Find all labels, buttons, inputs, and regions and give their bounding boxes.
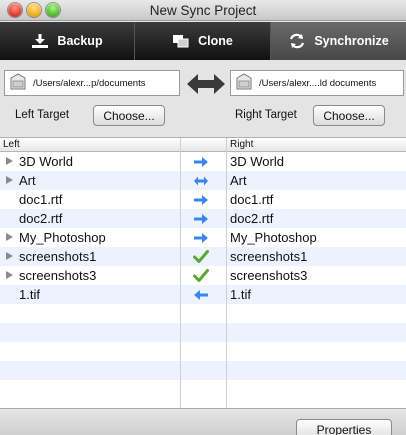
left-item-name: Art xyxy=(19,173,36,188)
right-item-name: screenshots3 xyxy=(230,268,308,283)
column-divider xyxy=(180,138,181,408)
empty-table-row xyxy=(0,323,406,342)
table-row[interactable]: 1.tif 1.tif xyxy=(0,285,406,304)
table-row[interactable]: 3D World 3D World xyxy=(0,152,406,171)
disclosure-triangle-icon[interactable] xyxy=(6,176,13,184)
left-choose-button[interactable]: Choose... xyxy=(93,105,165,126)
table-row[interactable]: screenshots3 screenshots3 xyxy=(0,266,406,285)
drive-icon xyxy=(235,72,253,95)
right-path-field[interactable]: /Users/alexr....ld documents xyxy=(230,70,404,96)
right-column-header[interactable]: Right xyxy=(230,139,253,150)
right-item-name: 3D World xyxy=(230,154,284,169)
left-item-name: doc2.rtf xyxy=(19,211,63,226)
disclosure-triangle-icon[interactable] xyxy=(6,233,13,241)
left-path-text: /Users/alexr...p/documents xyxy=(33,77,146,89)
table-row[interactable]: Art Art xyxy=(0,171,406,190)
properties-button[interactable]: Properties xyxy=(296,419,392,435)
right-target-label: Right Target xyxy=(235,109,297,121)
path-selection-area: /Users/alexr...p/documents /Users/alexr.… xyxy=(0,60,406,138)
right-item-name: doc1.rtf xyxy=(230,192,274,207)
right-choose-button[interactable]: Choose... xyxy=(313,105,385,126)
mode-toolbar: Backup Clone Synchronize xyxy=(0,22,406,60)
left-item-name: 1.tif xyxy=(19,287,40,302)
left-target-label: Left Target xyxy=(15,109,70,121)
right-item-name: doc2.rtf xyxy=(230,211,274,226)
table-header: Left Right xyxy=(0,138,406,152)
table-rows: 3D World 3D World Art Art doc1.rtf doc1.rtf do… xyxy=(0,152,406,399)
synchronize-mode-button[interactable]: Synchronize xyxy=(271,22,406,60)
synchronize-mode-label: Synchronize xyxy=(314,34,389,48)
right-item-name: 1.tif xyxy=(230,287,251,302)
left-item-name: screenshots1 xyxy=(19,249,97,264)
drive-icon xyxy=(9,72,27,95)
clone-mode-label: Clone xyxy=(198,34,233,48)
empty-table-row xyxy=(0,342,406,361)
left-item-name: My_Photoshop xyxy=(19,230,106,245)
backup-mode-button[interactable]: Backup xyxy=(0,22,135,60)
column-divider xyxy=(226,138,227,408)
title-bar: New Sync Project xyxy=(0,0,406,21)
empty-table-row xyxy=(0,361,406,380)
right-item-name: Art xyxy=(230,173,247,188)
table-row[interactable]: doc2.rtf doc2.rtf xyxy=(0,209,406,228)
clone-icon xyxy=(172,33,190,49)
left-item-name: screenshots3 xyxy=(19,268,97,283)
right-item-name: screenshots1 xyxy=(230,249,308,264)
disclosure-triangle-icon[interactable] xyxy=(6,252,13,260)
bidirectional-arrow-icon xyxy=(186,72,226,101)
right-path-text: /Users/alexr....ld documents xyxy=(259,77,377,89)
table-row[interactable]: My_Photoshop My_Photoshop xyxy=(0,228,406,247)
backup-download-icon xyxy=(31,33,49,49)
bottom-bar: Properties xyxy=(0,408,406,435)
table-row[interactable]: screenshots1 screenshots1 xyxy=(0,247,406,266)
empty-table-row xyxy=(0,304,406,323)
disclosure-triangle-icon[interactable] xyxy=(6,157,13,165)
left-item-name: 3D World xyxy=(19,154,73,169)
backup-mode-label: Backup xyxy=(57,34,103,48)
comparison-table[interactable]: Left Right 3D World 3D World Art Art doc1.rt… xyxy=(0,138,406,408)
table-row[interactable]: doc1.rtf doc1.rtf xyxy=(0,190,406,209)
clone-mode-button[interactable]: Clone xyxy=(135,22,271,60)
disclosure-triangle-icon[interactable] xyxy=(6,271,13,279)
left-column-header[interactable]: Left xyxy=(3,139,20,150)
window-title: New Sync Project xyxy=(149,3,257,18)
sync-icon xyxy=(288,32,306,50)
right-item-name: My_Photoshop xyxy=(230,230,317,245)
left-item-name: doc1.rtf xyxy=(19,192,63,207)
left-path-field[interactable]: /Users/alexr...p/documents xyxy=(4,70,180,96)
empty-table-row xyxy=(0,380,406,399)
